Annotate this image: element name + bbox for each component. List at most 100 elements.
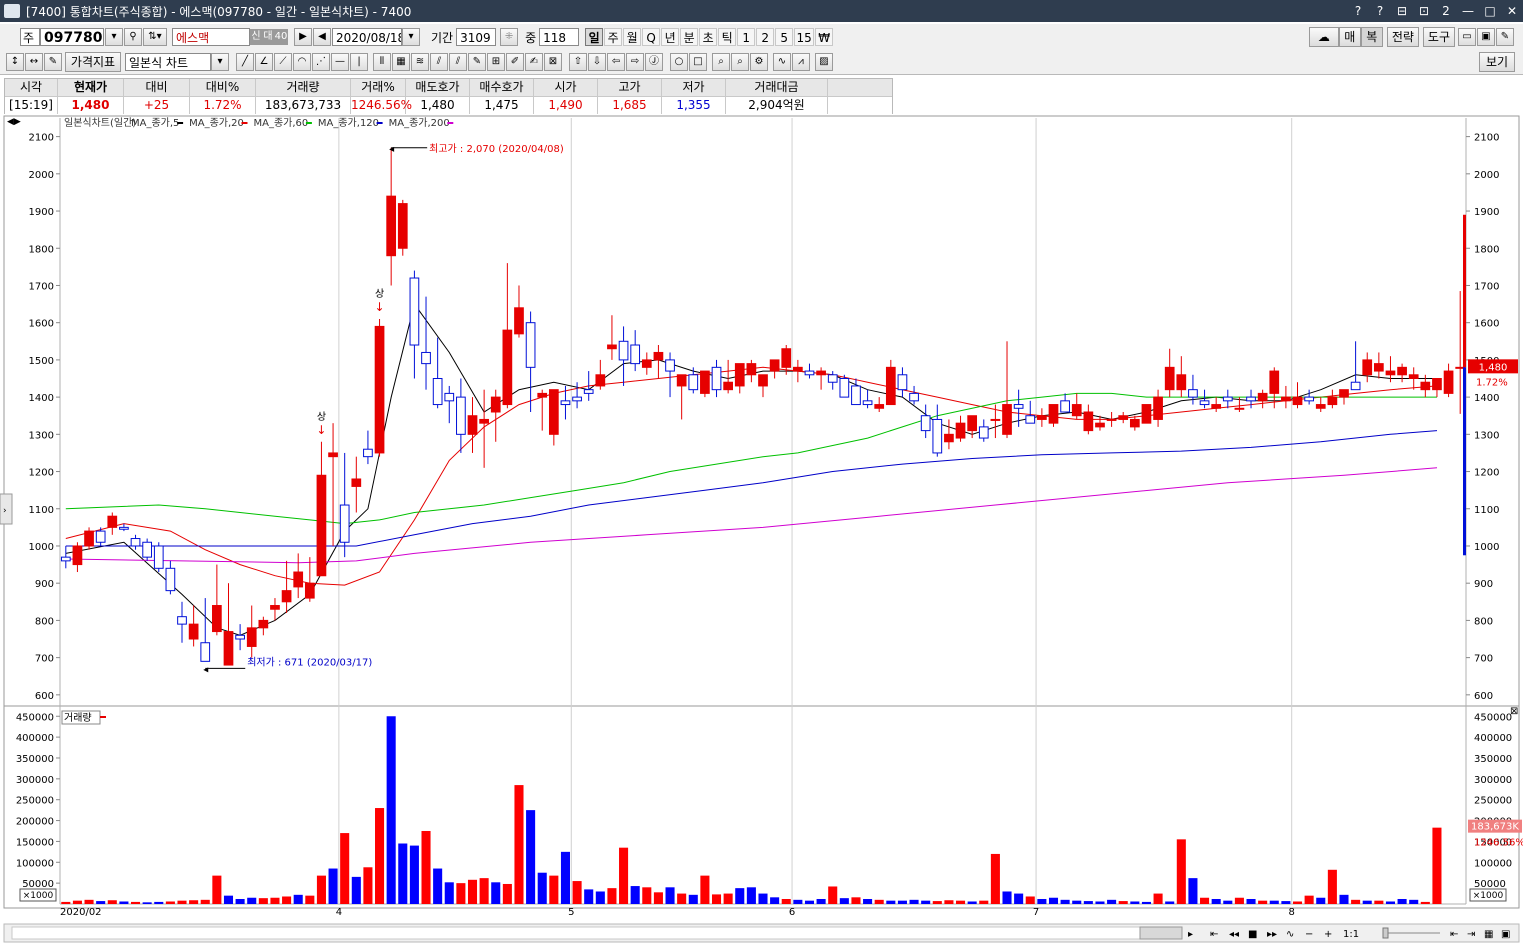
nav-rewind-icon[interactable]: ◂◂	[1229, 929, 1239, 940]
count-input[interactable]: 118	[539, 28, 580, 46]
zoom-fit-icon[interactable]: ⌕	[731, 53, 749, 71]
edit-tool-icon[interactable]: ✍	[525, 53, 543, 71]
stock-code-input[interactable]: 097780	[40, 28, 104, 46]
question-icon[interactable]: ?	[1369, 1, 1391, 21]
tab-tick[interactable]: 틱	[718, 28, 737, 46]
nav-ratio-icon[interactable]: 1:1	[1343, 929, 1359, 940]
view-button[interactable]: 보기	[1479, 52, 1515, 72]
nav-grid-icon[interactable]: ▦	[1484, 929, 1493, 940]
play-left-icon[interactable]: ◀	[313, 28, 331, 46]
trend-tool-icon[interactable]: ⟋	[274, 53, 292, 71]
price-indicator-button[interactable]: 가격지표	[65, 52, 121, 72]
gear-icon[interactable]: ⚙	[750, 53, 768, 71]
pen-tool-icon[interactable]: ✎	[468, 53, 486, 71]
expand-icon[interactable]: ↔	[25, 53, 43, 71]
date-field[interactable]: 2020/08/18	[332, 28, 402, 46]
nav-print-icon[interactable]: ▣	[1501, 929, 1510, 940]
note-icon[interactable]: ✎	[44, 53, 62, 71]
arrow-right-icon[interactable]: ⇨	[626, 53, 644, 71]
arc-tool-icon[interactable]: ◠	[293, 53, 311, 71]
tab-won[interactable]: ₩	[815, 28, 834, 46]
bars-tool-icon[interactable]: ⦀	[373, 53, 391, 71]
tools-button[interactable]: 도구	[1422, 27, 1455, 47]
tab-2[interactable]: 2	[756, 28, 775, 46]
nav-forward-icon[interactable]: ▸▸	[1267, 929, 1277, 940]
up-arrow-icon[interactable]: ↕	[6, 53, 24, 71]
line-tool-icon[interactable]: ╱	[236, 53, 254, 71]
scroll-thumb[interactable]	[1139, 926, 1183, 940]
arrow-left-icon[interactable]: ⇦	[607, 53, 625, 71]
calendar-dropdown-icon[interactable]: ▾	[402, 28, 420, 46]
folder-icon[interactable]: ▭	[1458, 28, 1476, 46]
play-right-icon[interactable]: ▶	[294, 28, 312, 46]
rect-tool-icon[interactable]: □	[689, 53, 707, 71]
sort-icon[interactable]: ⇅▾	[143, 28, 167, 46]
tab-15[interactable]: 15	[794, 28, 815, 46]
cloud-icon[interactable]: ☁	[1308, 27, 1339, 47]
zoom-slider-handle[interactable]	[1382, 927, 1389, 939]
angle-tool-icon[interactable]: ∠	[255, 53, 273, 71]
scroll-right-icon[interactable]: ▸	[1188, 929, 1193, 940]
chart-svg[interactable]: ◀▶ › 2020/02 4 5 6 7 8 2100 2100 2000 2000 1900 1900 1…	[0, 114, 1523, 946]
zoom-tool-icon[interactable]: ⌕	[712, 53, 730, 71]
settings-wrench-icon[interactable]: ✎	[1496, 28, 1514, 46]
chart-area[interactable]: ◀▶ › 2020/02 4 5 6 7 8 2100 2100 2000 2000 1900 1900 1…	[0, 114, 1523, 946]
search-icon[interactable]: ⚲	[124, 28, 142, 46]
grid-tool-icon[interactable]: ▦	[392, 53, 410, 71]
stock-name-field[interactable]: 에스맥	[172, 28, 250, 46]
nav-chart-icon[interactable]: ∿	[1286, 929, 1294, 940]
nav-zoom-in-icon[interactable]: +	[1324, 929, 1332, 940]
indicator-icon[interactable]: ∿	[773, 53, 791, 71]
link-number[interactable]: 2	[1435, 1, 1457, 21]
order-button[interactable]: 매	[1338, 27, 1361, 47]
tab-yearly[interactable]: 년	[661, 28, 680, 46]
strategy-button[interactable]: 전략	[1386, 27, 1419, 47]
dropdown-arrow-icon[interactable]: ▾	[105, 28, 123, 46]
wave-tool-icon[interactable]: ≋	[411, 53, 429, 71]
tab-daily[interactable]: 일	[585, 28, 604, 46]
tab-second[interactable]: 초	[699, 28, 718, 46]
nav-right-end-icon[interactable]: ⇥	[1467, 929, 1475, 940]
maximize-button[interactable]: □	[1479, 1, 1501, 21]
clear-tool-icon[interactable]: ⊠	[544, 53, 562, 71]
image-icon[interactable]: ▨	[815, 53, 833, 71]
horizontal-scrollbar[interactable]	[11, 926, 1173, 940]
panel-toggle-icon[interactable]: ◀▶	[7, 117, 21, 127]
arrow-down-icon[interactable]: ⇩	[588, 53, 606, 71]
close-button[interactable]: ✕	[1501, 1, 1523, 21]
nav-left-end-icon[interactable]: ⇤	[1450, 929, 1458, 940]
period-input[interactable]: 3109	[456, 28, 497, 46]
oscillator-icon[interactable]: ⩘	[792, 53, 810, 71]
layout-icon[interactable]: ⊟	[1391, 1, 1413, 21]
spin-icon[interactable]: ⁜	[500, 28, 519, 46]
hline-tool-icon[interactable]: —	[331, 53, 349, 71]
tab-weekly[interactable]: 주	[604, 28, 623, 46]
market-select[interactable]: 주	[20, 28, 40, 46]
chart-type-select[interactable]: 일본식 차트	[125, 53, 211, 71]
chart-type-dropdown-icon[interactable]: ▾	[211, 53, 229, 71]
minimize-button[interactable]: —	[1457, 1, 1479, 21]
screen-icon[interactable]: ⊡	[1413, 1, 1435, 21]
nav-first-icon[interactable]: ⇤	[1210, 929, 1218, 940]
fib-tool-icon[interactable]: ⊞	[487, 53, 505, 71]
tab-1[interactable]: 1	[737, 28, 756, 46]
text-tool-icon[interactable]: Ⓙ	[645, 53, 663, 71]
circle-tool-icon[interactable]: ○	[670, 53, 688, 71]
nav-stop-icon[interactable]: ■	[1248, 929, 1257, 940]
fan-tool-icon[interactable]: ⋰	[312, 53, 330, 71]
side-toggle-icon[interactable]: ›	[3, 506, 7, 516]
help-icon[interactable]: ?	[1347, 1, 1369, 21]
tab-5[interactable]: 5	[775, 28, 794, 46]
save-icon[interactable]: ▣	[1477, 28, 1495, 46]
tab-quarter[interactable]: Q	[642, 28, 661, 46]
arrow-up-icon[interactable]: ⇧	[569, 53, 587, 71]
parallel-tool-icon[interactable]: ⫽	[449, 53, 467, 71]
close-panel-icon[interactable]: ⊠	[1510, 706, 1518, 717]
channel-tool-icon[interactable]: ⫽	[430, 53, 448, 71]
nav-zoom-out-icon[interactable]: −	[1305, 929, 1313, 940]
tab-minute[interactable]: 분	[680, 28, 699, 46]
tab-monthly[interactable]: 월	[623, 28, 642, 46]
compare-button[interactable]: 복	[1360, 27, 1383, 47]
vline-tool-icon[interactable]: |	[350, 53, 368, 71]
brush-tool-icon[interactable]: ✐	[506, 53, 524, 71]
